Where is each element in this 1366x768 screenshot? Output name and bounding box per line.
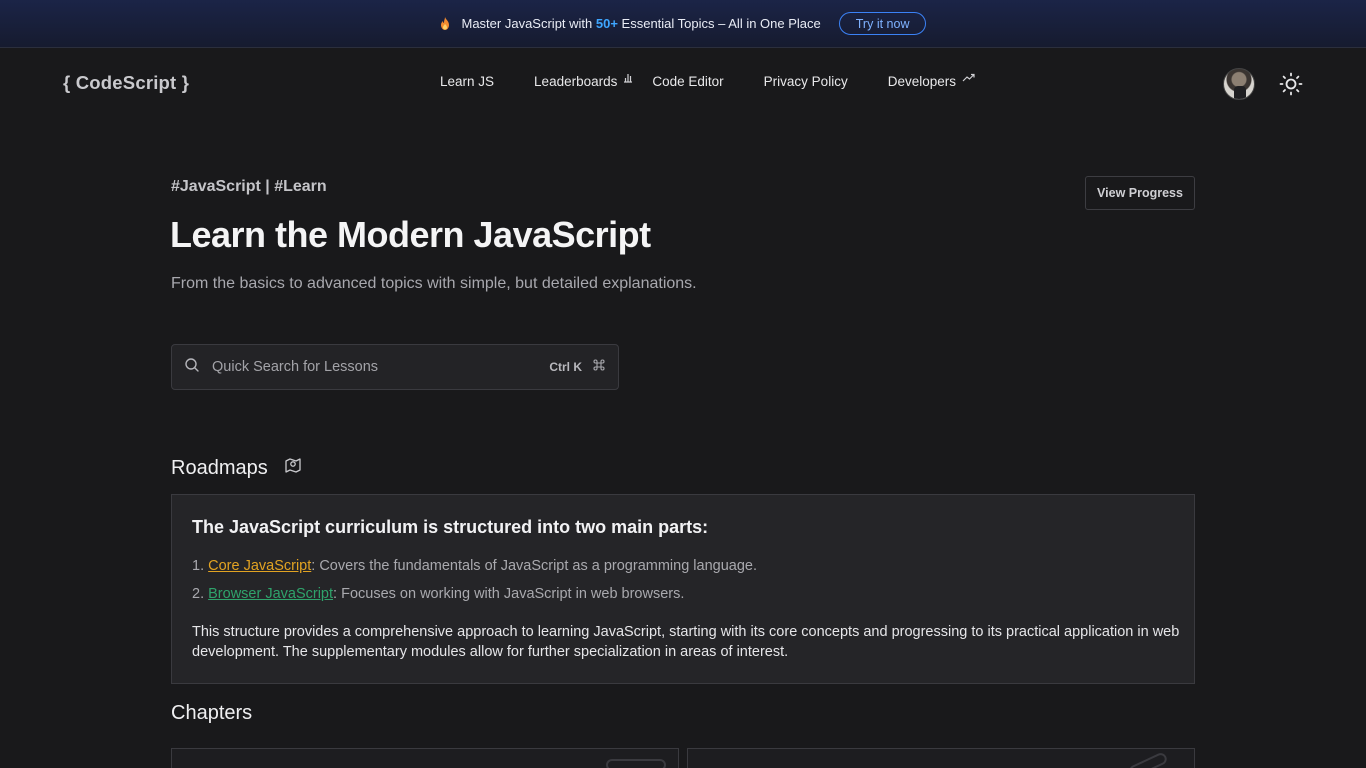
roadmap-card: The JavaScript curriculum is structured … bbox=[171, 494, 1195, 684]
shortcut-hint: Ctrl K bbox=[549, 360, 582, 374]
map-pin-icon bbox=[284, 456, 302, 480]
view-progress-button[interactable]: View Progress bbox=[1085, 176, 1195, 210]
bar-chart-icon bbox=[623, 72, 633, 83]
sun-icon[interactable] bbox=[1279, 72, 1303, 96]
main-nav: Learn JS Leaderboards Code Editor Privac… bbox=[440, 73, 975, 89]
chapters-title: Chapters bbox=[171, 702, 253, 724]
nav-leaderboards[interactable]: Leaderboards bbox=[534, 74, 633, 89]
roadmaps-heading: Roadmaps bbox=[171, 456, 302, 480]
nav-privacy-policy[interactable]: Privacy Policy bbox=[764, 74, 848, 89]
try-it-now-button[interactable]: Try it now bbox=[838, 12, 927, 35]
browser-javascript-link[interactable]: Browser JavaScript bbox=[208, 586, 333, 602]
promo-banner: Master JavaScript with 50+ Essential Top… bbox=[0, 0, 1366, 48]
nav-learn-js-label[interactable]: Learn JS bbox=[440, 74, 494, 89]
nav-developers[interactable]: Developers bbox=[888, 73, 975, 89]
banner-text: Master JavaScript with 50+ Essential Top… bbox=[461, 16, 821, 31]
roadmap-summary: This structure provides a comprehensive … bbox=[192, 624, 1180, 660]
list-item: 2. Browser JavaScript: Focuses on workin… bbox=[192, 586, 1174, 614]
roadmap-list: 1. Core JavaScript: Covers the fundament… bbox=[192, 558, 1174, 614]
roadmaps-title: Roadmaps bbox=[171, 456, 268, 479]
chapter-card-decoration bbox=[1127, 751, 1169, 768]
list-description: : Covers the fundamentals of JavaScript … bbox=[311, 558, 757, 574]
flame-icon bbox=[440, 17, 450, 30]
nav-developers-label[interactable]: Developers bbox=[888, 74, 956, 89]
hashtags: #JavaScript | #Learn bbox=[171, 178, 327, 195]
nav-leaderboards-label[interactable]: Leaderboards bbox=[534, 74, 617, 89]
search-bar[interactable]: Ctrl K bbox=[171, 344, 619, 390]
chapter-card-decoration bbox=[606, 759, 666, 768]
list-description: : Focuses on working with JavaScript in … bbox=[333, 586, 685, 602]
nav-privacy-policy-label[interactable]: Privacy Policy bbox=[764, 74, 848, 89]
core-javascript-link[interactable]: Core JavaScript bbox=[208, 558, 311, 574]
avatar[interactable] bbox=[1223, 68, 1255, 100]
list-item: 1. Core JavaScript: Covers the fundament… bbox=[192, 558, 1174, 586]
list-number: 2. bbox=[192, 586, 209, 602]
trending-up-icon bbox=[962, 73, 975, 82]
page-title: Learn the Modern JavaScript bbox=[170, 214, 651, 255]
chapter-card[interactable] bbox=[687, 748, 1195, 768]
command-icon bbox=[592, 358, 606, 377]
search-icon bbox=[184, 357, 200, 378]
search-input[interactable] bbox=[212, 359, 550, 375]
nav-learn-js[interactable]: Learn JS bbox=[440, 74, 494, 89]
banner-highlight: 50+ bbox=[595, 16, 618, 31]
page-subtitle: From the basics to advanced topics with … bbox=[171, 275, 697, 292]
chapters-heading: Chapters bbox=[171, 702, 252, 725]
logo[interactable]: { CodeScript } bbox=[63, 72, 189, 94]
nav-code-editor[interactable]: Code Editor bbox=[652, 74, 723, 89]
list-number: 1. bbox=[192, 558, 209, 574]
chapter-card[interactable] bbox=[171, 748, 679, 768]
roadmap-heading: The JavaScript curriculum is structured … bbox=[192, 517, 709, 537]
nav-code-editor-label[interactable]: Code Editor bbox=[652, 74, 723, 89]
